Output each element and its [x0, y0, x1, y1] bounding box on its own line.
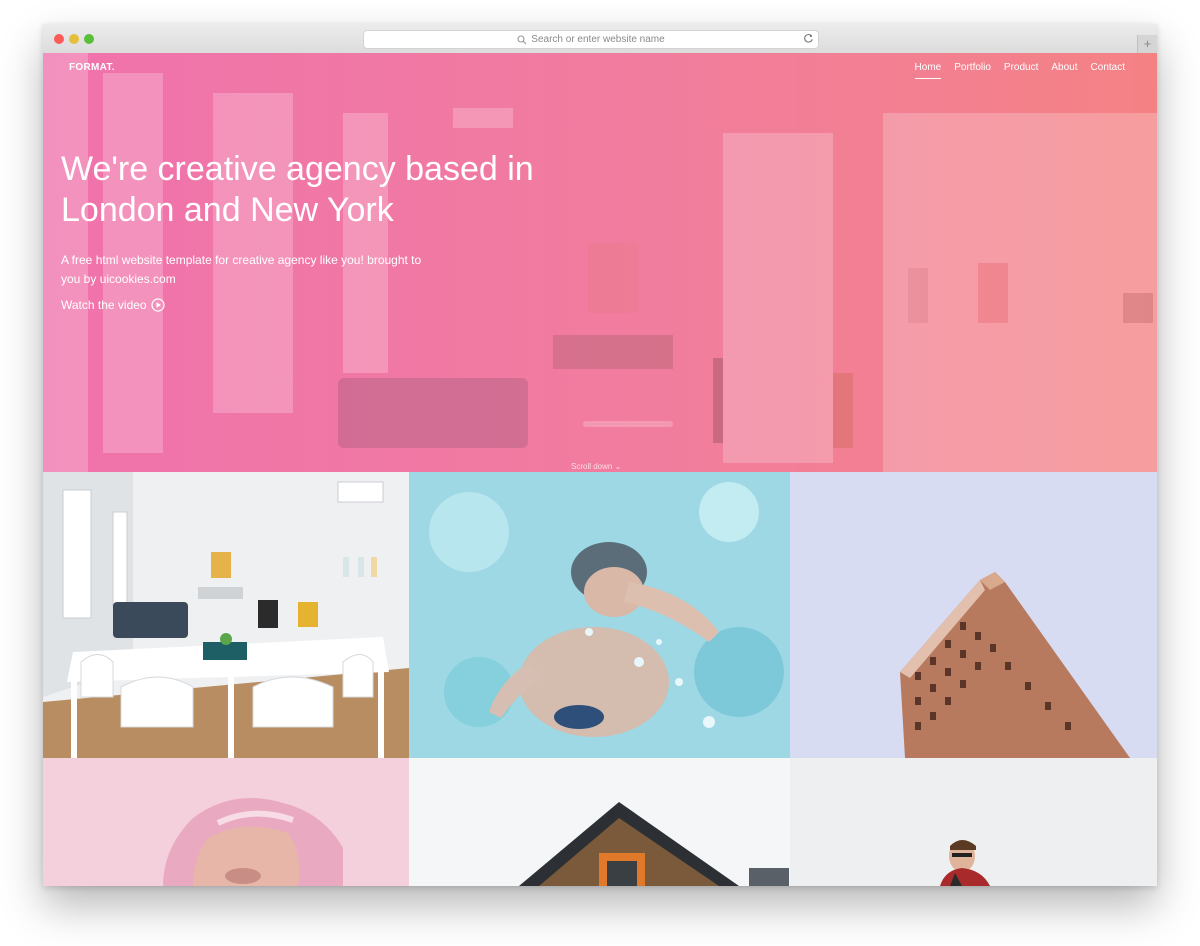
main-nav: Home Portfolio Product About Contact: [914, 62, 1125, 79]
play-circle-icon: [151, 298, 165, 312]
watch-video-label: Watch the video: [61, 298, 147, 312]
wooden-cabin-roof-photo: [409, 758, 790, 886]
torn-pink-paper-face-photo: [43, 758, 409, 886]
chevron-down-icon: ⌄: [614, 462, 622, 471]
portfolio-tile-office[interactable]: [43, 472, 409, 758]
browser-window: Search or enter website name + FORMAT. H…: [43, 24, 1157, 886]
watch-video-link[interactable]: Watch the video: [61, 298, 165, 312]
portfolio-tile-building[interactable]: [790, 472, 1157, 758]
maximize-window-button[interactable]: [84, 34, 94, 44]
address-bar-placeholder: Search or enter website name: [531, 34, 665, 45]
reload-icon[interactable]: [803, 33, 814, 44]
office-room-photo: [43, 472, 409, 758]
portfolio-tile-swimmer[interactable]: [409, 472, 790, 758]
man-in-plaid-shirt-photo: [790, 758, 1157, 886]
nav-item-contact[interactable]: Contact: [1091, 62, 1125, 79]
hero-title: We're creative agency based in London an…: [61, 150, 534, 229]
portfolio-grid: [43, 472, 1157, 886]
portfolio-tile-man[interactable]: [790, 758, 1157, 886]
hero-subtitle: A free html website template for creativ…: [61, 253, 422, 286]
portfolio-tile-pink-paper[interactable]: [43, 758, 409, 886]
search-icon: [517, 34, 527, 45]
address-bar[interactable]: Search or enter website name: [363, 30, 819, 49]
site-logo[interactable]: FORMAT.: [69, 62, 115, 73]
new-tab-button[interactable]: +: [1137, 35, 1157, 53]
nav-item-about[interactable]: About: [1051, 62, 1077, 79]
nav-item-home[interactable]: Home: [914, 62, 942, 79]
nav-item-product[interactable]: Product: [1004, 62, 1038, 79]
minimize-window-button[interactable]: [69, 34, 79, 44]
swimmer-underwater-photo: [409, 472, 790, 758]
hero-section: FORMAT. Home Portfolio Product About Con…: [43, 53, 1157, 472]
scroll-down-label: Scroll down: [571, 462, 613, 471]
browser-toolbar: Search or enter website name +: [43, 24, 1157, 54]
scroll-down-link[interactable]: Scroll down ⌄: [571, 462, 621, 471]
flatiron-building-photo: [790, 472, 1157, 758]
nav-item-portfolio[interactable]: Portfolio: [954, 62, 991, 79]
close-window-button[interactable]: [54, 34, 64, 44]
portfolio-tile-cabin[interactable]: [409, 758, 790, 886]
